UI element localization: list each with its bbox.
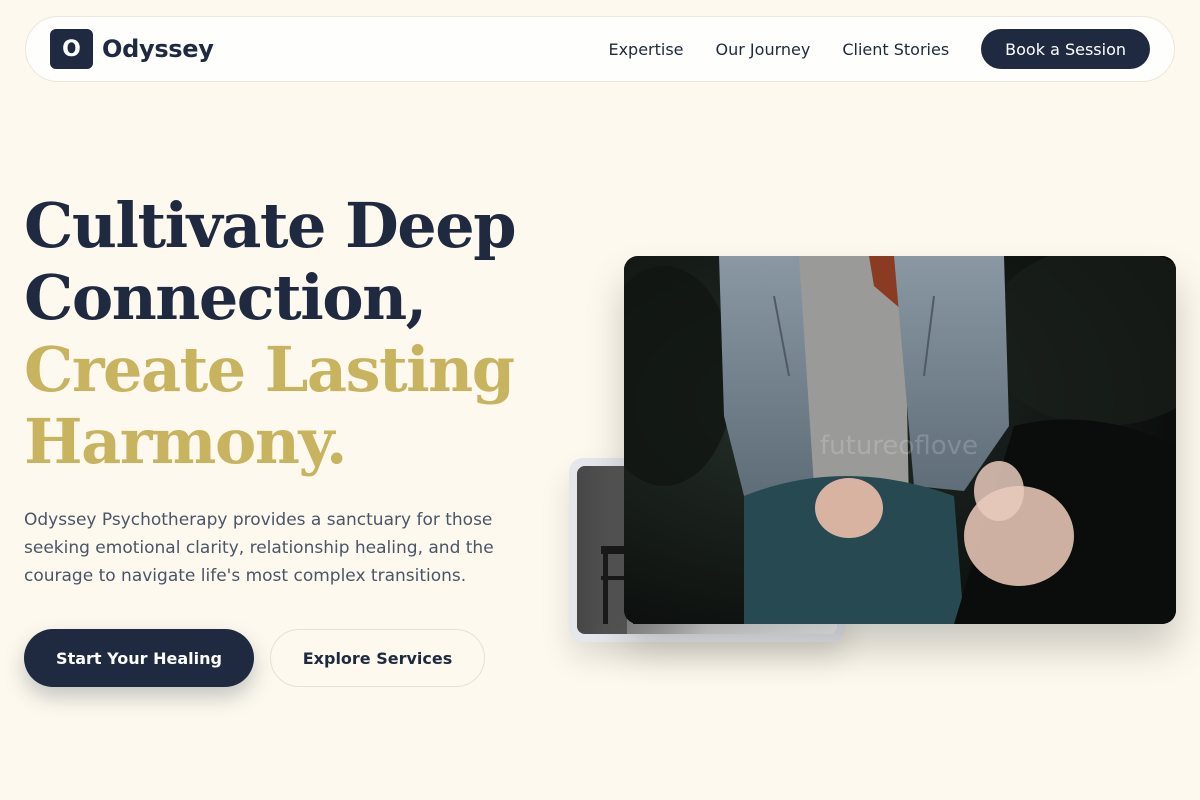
logo-icon[interactable]: O [50,29,93,69]
headline-line-4: Harmony. [24,405,347,478]
headline-line-1: Cultivate Deep [24,189,517,262]
headline-line-3: Create Lasting [24,333,515,406]
hero-description: Odyssey Psychotherapy provides a sanctua… [24,510,494,586]
headline-line-2: Connection, [24,261,427,334]
hero-headline: Cultivate Deep Connection, Create Lastin… [24,190,584,478]
nav-link-client-stories[interactable]: Client Stories [842,40,949,59]
nav-link-expertise[interactable]: Expertise [608,40,683,59]
brand-name[interactable]: Odyssey [102,35,214,63]
top-navigation: O Odyssey Expertise Our Journey Client S… [25,16,1175,82]
page: O Odyssey Expertise Our Journey Client S… [0,0,1200,800]
explore-services-button[interactable]: Explore Services [270,629,485,687]
photo-watermark: futureoflove [820,431,978,461]
hero-photo: futureoflove [624,256,1176,624]
logo-letter: O [62,36,81,62]
book-session-button[interactable]: Book a Session [981,29,1150,69]
nav-links: Expertise Our Journey Client Stories Boo… [576,29,1150,69]
nav-link-our-journey[interactable]: Our Journey [716,40,811,59]
start-healing-button[interactable]: Start Your Healing [24,629,254,687]
